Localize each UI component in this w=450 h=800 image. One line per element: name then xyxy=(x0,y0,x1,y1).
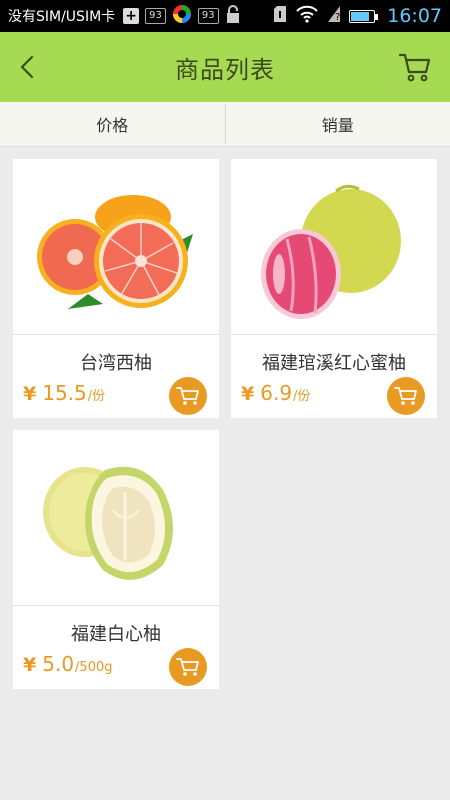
cart-icon xyxy=(394,387,417,405)
price-unit: /份 xyxy=(87,389,106,404)
product-name: 台湾西柚 xyxy=(80,353,152,374)
product-name: 福建白心柚 xyxy=(71,624,161,645)
cart-icon xyxy=(176,387,199,405)
badge-b: 93 xyxy=(197,8,219,24)
badge-a: 93 xyxy=(145,8,166,24)
cart-icon xyxy=(176,658,199,676)
lock-icon xyxy=(225,4,241,28)
price-unit: /份 xyxy=(293,389,311,404)
currency-symbol: ¥ xyxy=(23,654,37,676)
cart-button[interactable] xyxy=(398,50,432,84)
carrier-text: 没有SIM/USIM卡 xyxy=(8,9,116,25)
product-card[interactable]: 福建琯溪红心蜜柚 ¥ 6.9 /份 xyxy=(231,159,437,418)
currency-symbol: ¥ xyxy=(23,383,37,405)
card-divider xyxy=(13,605,219,606)
product-name: 福建琯溪红心蜜柚 xyxy=(262,353,406,374)
white-pomelo-image xyxy=(13,430,219,605)
product-price: ¥ 5.0 /500g xyxy=(23,652,113,676)
product-card[interactable]: 台湾西柚 ¥ 15.5 /份 xyxy=(13,159,219,418)
product-price: ¥ 15.5 /份 xyxy=(23,381,105,405)
page-title: 商品列表 xyxy=(175,55,275,84)
app-logo-icon xyxy=(172,4,192,28)
back-button[interactable] xyxy=(14,51,42,83)
app-header: 商品列表 xyxy=(0,32,450,102)
svg-text:?: ? xyxy=(335,12,340,23)
wifi-icon xyxy=(295,5,319,27)
red-pomelo-image xyxy=(231,159,437,334)
sd-card-icon xyxy=(273,5,287,27)
sort-by-price-tab[interactable]: 价格 xyxy=(0,102,225,146)
card-divider xyxy=(231,334,437,335)
price-unit: /500g xyxy=(75,660,113,675)
notification-icons: + 93 93 xyxy=(123,4,240,28)
status-right: ? 16:07 xyxy=(273,0,442,32)
product-card[interactable]: 福建白心柚 ¥ 5.0 /500g xyxy=(13,430,219,689)
add-to-cart-button[interactable] xyxy=(169,377,207,415)
sort-bar: 价格 销量 xyxy=(0,102,450,147)
status-bar: 没有SIM/USIM卡 + 93 93 ? 16:07 xyxy=(0,0,450,32)
add-to-cart-button[interactable] xyxy=(169,648,207,686)
chevron-left-icon xyxy=(20,55,34,79)
battery-level xyxy=(351,11,369,21)
price-value: 6.9 xyxy=(260,381,293,405)
sort-by-sales-tab[interactable]: 销量 xyxy=(226,102,450,146)
cart-icon xyxy=(398,53,431,82)
signal-unknown-icon: ? xyxy=(327,5,341,27)
price-value: 5.0 xyxy=(42,652,75,676)
currency-symbol: ¥ xyxy=(241,383,255,405)
product-price: ¥ 6.9 /份 xyxy=(241,381,310,405)
clock: 16:07 xyxy=(387,5,442,27)
add-notification-icon: + xyxy=(123,8,140,24)
battery-icon xyxy=(349,9,379,23)
card-divider xyxy=(13,334,219,335)
grapefruit-image xyxy=(13,159,219,334)
add-to-cart-button[interactable] xyxy=(387,377,425,415)
price-value: 15.5 xyxy=(42,381,87,405)
